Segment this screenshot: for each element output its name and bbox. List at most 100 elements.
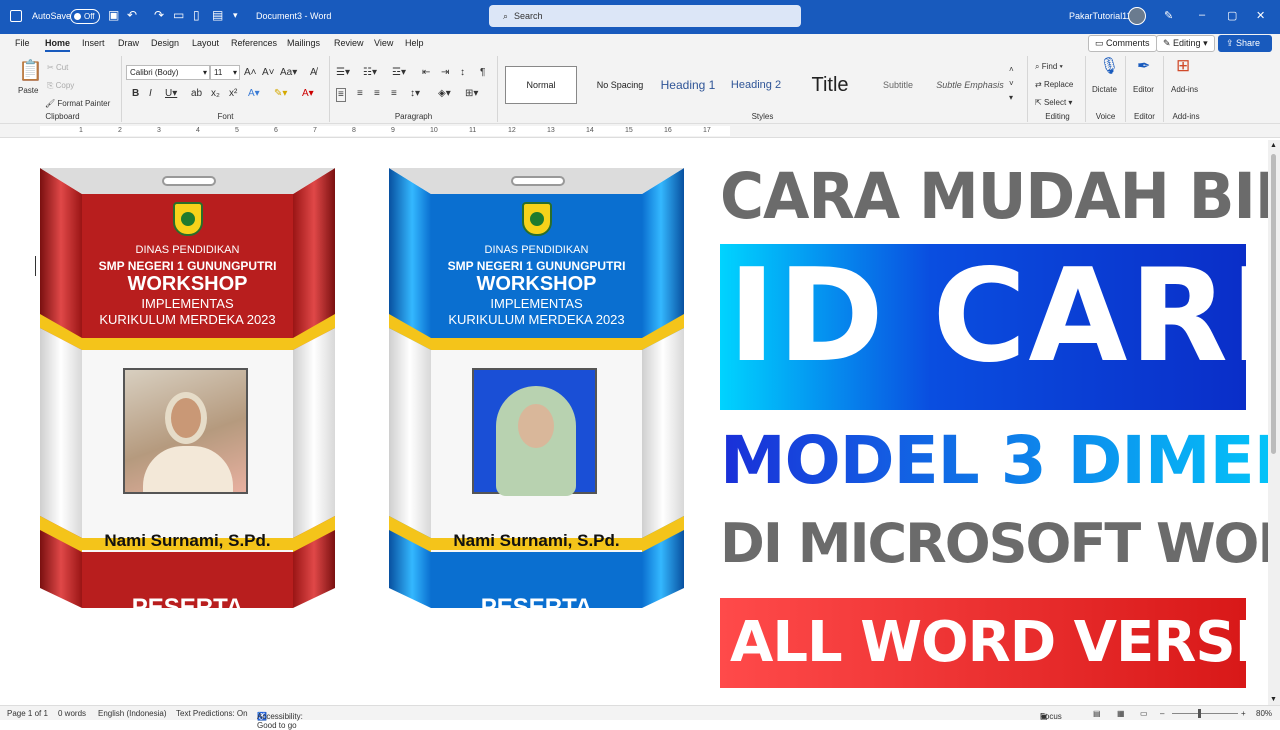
format-painter-button[interactable]: 🖌 Format Painter bbox=[45, 99, 110, 108]
comments-button[interactable]: ▭ Comments bbox=[1088, 35, 1157, 52]
grow-font-icon[interactable]: A˄ bbox=[244, 67, 257, 79]
strikethrough-icon[interactable]: ab bbox=[191, 88, 202, 100]
tab-view[interactable]: View bbox=[374, 38, 393, 48]
shrink-font-icon[interactable]: A˅ bbox=[262, 67, 275, 79]
line-spacing-icon[interactable]: ↕▾ bbox=[410, 88, 420, 100]
numbering-icon[interactable]: ☷▾ bbox=[363, 67, 377, 79]
share-button[interactable]: ⇪ Share bbox=[1218, 35, 1272, 52]
tab-references[interactable]: References bbox=[231, 38, 277, 48]
style-heading-2[interactable]: Heading 2 bbox=[720, 66, 792, 104]
styles-scroll-down-icon[interactable]: ˅ bbox=[1009, 78, 1014, 90]
editor-pen-icon[interactable]: ✒ bbox=[1137, 59, 1150, 75]
scrollbar-thumb[interactable] bbox=[1271, 154, 1276, 454]
autosave-toggle[interactable]: Off bbox=[70, 9, 100, 24]
sort-icon[interactable]: ↕ bbox=[460, 67, 465, 79]
show-marks-icon[interactable]: ¶ bbox=[480, 67, 485, 79]
font-name-select[interactable]: Calibri (Body) ▾ bbox=[126, 65, 210, 80]
font-size-select[interactable]: 11 ▾ bbox=[210, 65, 240, 80]
restore-icon[interactable]: ▢ bbox=[1227, 9, 1237, 22]
scroll-up-icon[interactable]: ▲ bbox=[1270, 142, 1277, 149]
increase-indent-icon[interactable]: ⇥ bbox=[441, 67, 449, 79]
save-icon[interactable]: ▣ bbox=[108, 8, 119, 22]
word-count[interactable]: 0 words bbox=[58, 709, 86, 718]
style-heading-1[interactable]: Heading 1 bbox=[652, 66, 724, 104]
new-doc-icon[interactable]: ▯ bbox=[193, 8, 200, 22]
tab-help[interactable]: Help bbox=[405, 38, 424, 48]
zoom-slider-thumb[interactable] bbox=[1198, 709, 1201, 718]
zoom-in-icon[interactable]: + bbox=[1241, 709, 1246, 718]
open-folder-icon[interactable]: ▭ bbox=[173, 8, 184, 22]
tab-design[interactable]: Design bbox=[151, 38, 179, 48]
bold-icon[interactable]: B bbox=[132, 88, 139, 100]
align-center-icon[interactable]: ≡ bbox=[357, 88, 363, 100]
cut-button[interactable]: ✂ Cut bbox=[47, 63, 68, 72]
copy-button[interactable]: ⎘ Copy bbox=[47, 81, 74, 91]
bullets-icon[interactable]: ☰▾ bbox=[336, 67, 350, 79]
read-mode-icon[interactable]: ▤ bbox=[1093, 709, 1101, 718]
style-subtle-emphasis[interactable]: Subtle Emphasis bbox=[934, 66, 1006, 104]
microphone-icon[interactable]: 🎙 bbox=[1099, 59, 1119, 75]
tab-draw[interactable]: Draw bbox=[118, 38, 139, 48]
shading-icon[interactable]: ◈▾ bbox=[438, 88, 451, 100]
addins-grid-icon[interactable]: ⊞ bbox=[1176, 57, 1190, 74]
style-title[interactable]: Title bbox=[794, 66, 866, 104]
select-button[interactable]: ⇱ Select ▾ bbox=[1035, 98, 1072, 107]
superscript-icon[interactable]: x² bbox=[229, 88, 237, 100]
change-case-icon[interactable]: Aa▾ bbox=[280, 67, 297, 79]
font-color-icon[interactable]: A▾ bbox=[302, 88, 314, 100]
tab-layout[interactable]: Layout bbox=[192, 38, 219, 48]
borders-icon[interactable]: ⊞▾ bbox=[465, 88, 478, 100]
scroll-down-icon[interactable]: ▼ bbox=[1270, 696, 1277, 703]
print-layout-icon[interactable]: ▦ bbox=[1117, 709, 1125, 718]
align-left-icon[interactable]: ≡ bbox=[336, 88, 346, 102]
styles-scroll-up-icon[interactable]: ˄ bbox=[1009, 64, 1014, 76]
document-canvas[interactable]: DINAS PENDIDIKAN SMP NEGERI 1 GUNUNGPUTR… bbox=[0, 140, 1268, 705]
text-effects-icon[interactable]: A▾ bbox=[248, 88, 260, 100]
customize-toolbar-icon[interactable]: ▾ bbox=[233, 8, 238, 22]
language-status[interactable]: English (Indonesia) bbox=[98, 709, 166, 718]
redo-icon[interactable]: ↷ bbox=[154, 8, 164, 22]
zoom-level[interactable]: 80% bbox=[1256, 709, 1272, 718]
web-layout-icon[interactable]: ▭ bbox=[1140, 709, 1148, 718]
undo-icon[interactable]: ↶ bbox=[127, 8, 137, 22]
underline-icon[interactable]: U▾ bbox=[165, 88, 177, 100]
id-card-red[interactable]: DINAS PENDIDIKAN SMP NEGERI 1 GUNUNGPUTR… bbox=[40, 168, 335, 621]
paste-icon[interactable]: 📋 bbox=[18, 60, 43, 82]
dictate-button[interactable]: Dictate bbox=[1092, 85, 1117, 94]
tab-insert[interactable]: Insert bbox=[82, 38, 105, 48]
align-right-icon[interactable]: ≡ bbox=[374, 88, 380, 100]
highlight-icon[interactable]: ✎▾ bbox=[274, 88, 287, 100]
subscript-icon[interactable]: x₂ bbox=[211, 88, 220, 100]
horizontal-ruler[interactable]: 1 2 3 4 5 6 7 8 9 10 11 12 13 14 15 16 17 bbox=[0, 124, 1280, 138]
minimize-icon[interactable]: – bbox=[1199, 9, 1205, 21]
zoom-out-icon[interactable]: – bbox=[1160, 709, 1164, 718]
page-count[interactable]: Page 1 of 1 bbox=[7, 709, 48, 718]
id-card-blue[interactable]: DINAS PENDIDIKAN SMP NEGERI 1 GUNUNGPUTR… bbox=[389, 168, 684, 621]
pen-icon[interactable]: ✎ bbox=[1164, 9, 1173, 22]
avatar[interactable] bbox=[1128, 7, 1146, 25]
multilevel-list-icon[interactable]: ☲▾ bbox=[392, 67, 406, 79]
tab-file[interactable]: File bbox=[15, 38, 30, 48]
search-input[interactable]: ⌕ Search bbox=[489, 5, 801, 27]
tab-mailings[interactable]: Mailings bbox=[287, 38, 320, 48]
editing-mode-button[interactable]: ✎ Editing ▾ bbox=[1156, 35, 1215, 52]
text-predictions-status[interactable]: Text Predictions: On bbox=[176, 709, 248, 718]
replace-button[interactable]: ⇄ Replace bbox=[1035, 80, 1073, 89]
close-icon[interactable]: ✕ bbox=[1256, 9, 1265, 22]
styles-more-icon[interactable]: ▾ bbox=[1009, 92, 1013, 104]
paste-button[interactable]: Paste bbox=[18, 86, 38, 95]
find-button[interactable]: ⌕ Find ▾ bbox=[1035, 62, 1063, 72]
style-normal[interactable]: Normal bbox=[505, 66, 577, 104]
addins-button[interactable]: Add-ins bbox=[1171, 85, 1198, 94]
style-subtitle[interactable]: Subtitle bbox=[862, 66, 934, 104]
tab-home[interactable]: Home bbox=[45, 38, 71, 52]
vertical-scrollbar[interactable]: ▲ ▼ bbox=[1268, 140, 1280, 705]
tab-review[interactable]: Review bbox=[334, 38, 364, 48]
italic-icon[interactable]: I bbox=[149, 88, 152, 100]
print-icon[interactable]: ▤ bbox=[212, 8, 223, 22]
decrease-indent-icon[interactable]: ⇤ bbox=[422, 67, 430, 79]
justify-icon[interactable]: ≡ bbox=[391, 88, 397, 100]
style-no-spacing[interactable]: No Spacing bbox=[584, 66, 656, 104]
zoom-slider[interactable] bbox=[1172, 713, 1238, 714]
editor-button[interactable]: Editor bbox=[1133, 85, 1154, 94]
